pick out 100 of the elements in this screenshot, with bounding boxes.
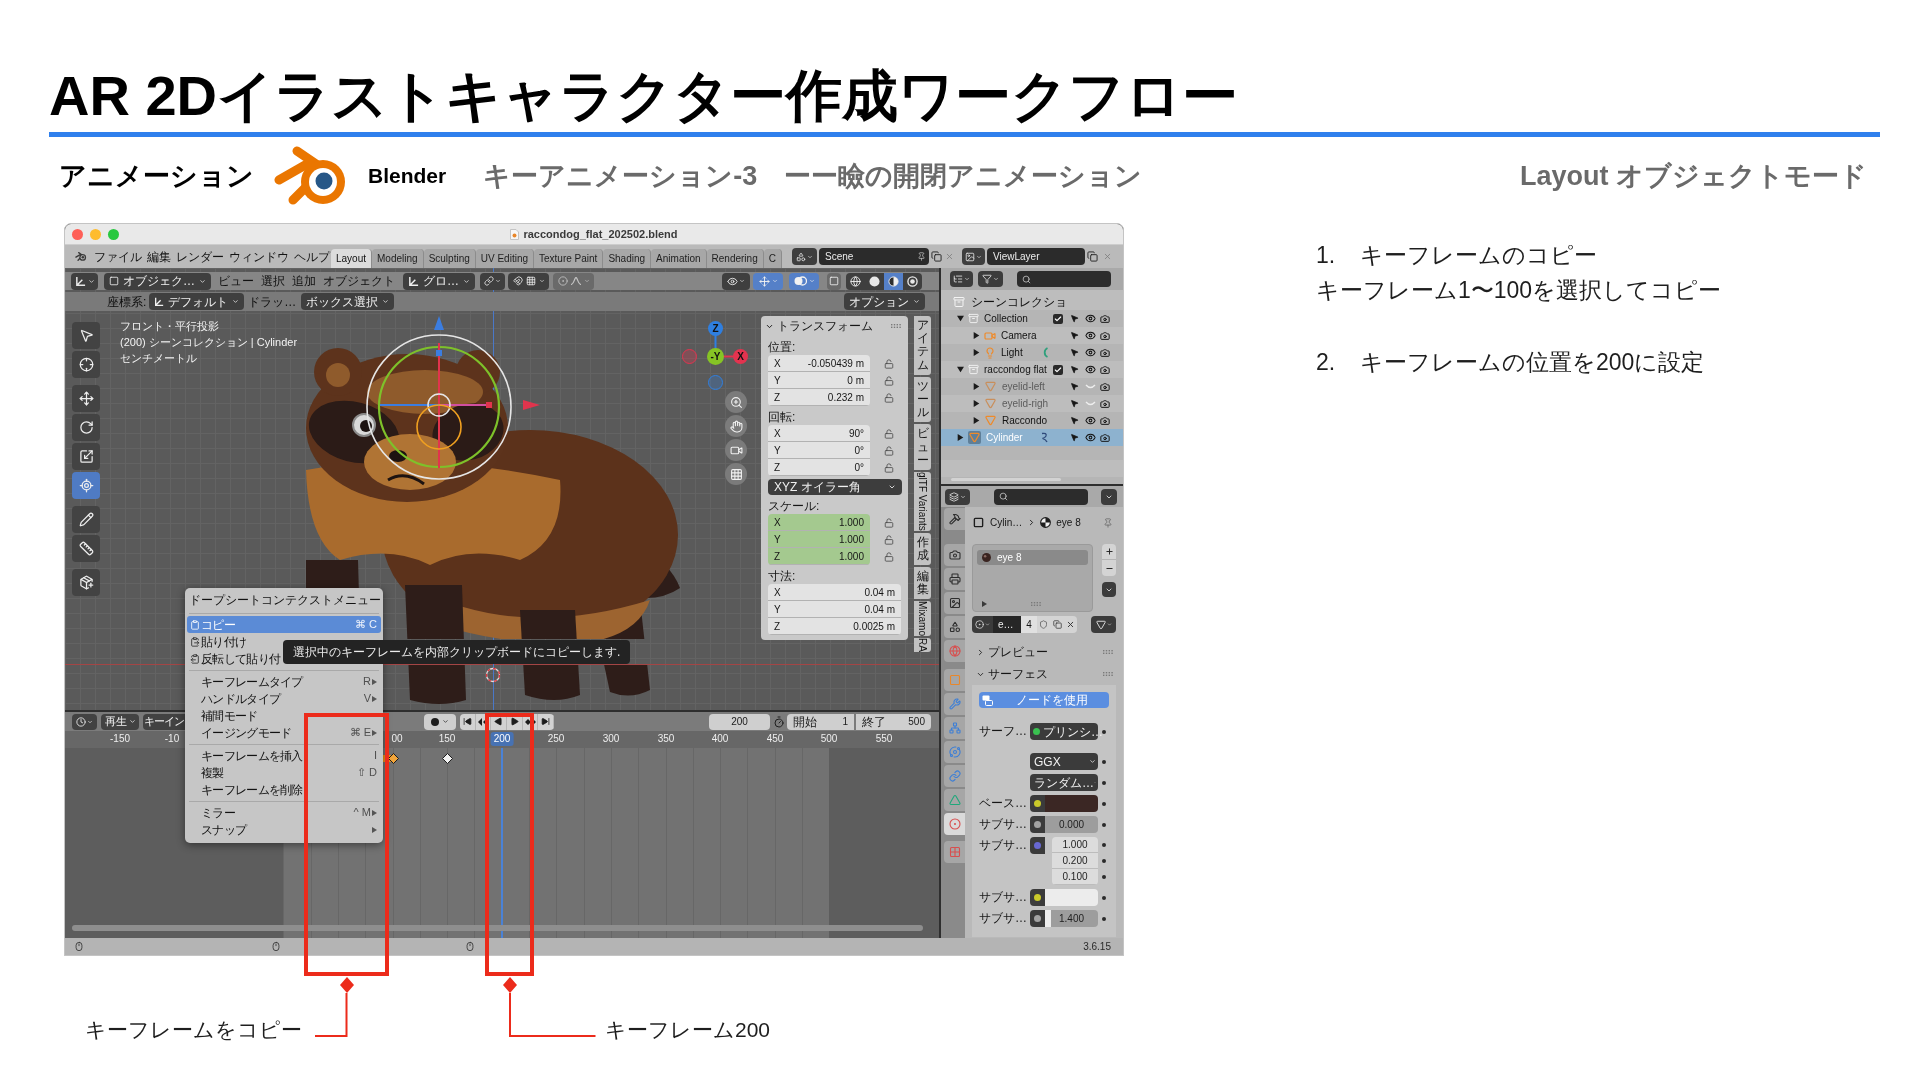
padlock-icon[interactable]	[884, 392, 894, 403]
search-field[interactable]	[1017, 271, 1111, 287]
menu-item[interactable]: オブジェクト	[323, 272, 395, 290]
material-name-field[interactable]: e…	[993, 616, 1021, 633]
menu-dropdown[interactable]: ランダム…	[1030, 774, 1098, 791]
padlock-icon[interactable]	[884, 358, 894, 369]
sidebar-tab[interactable]: Mixamo	[914, 601, 931, 637]
camera-icon[interactable]	[1100, 330, 1110, 341]
current-frame-badge[interactable]: 200	[490, 732, 514, 746]
camera-icon[interactable]	[1100, 364, 1110, 375]
menu-item[interactable]: ハンドルタイプ V	[187, 690, 381, 707]
number-field[interactable]: 0.100	[1052, 869, 1098, 885]
expand-triangle-icon[interactable]	[982, 601, 987, 607]
camera-view-button[interactable]	[725, 439, 747, 461]
number-field[interactable]: Y 0 m	[768, 372, 870, 389]
camera-icon[interactable]	[1100, 313, 1110, 324]
editor-type-dropdown[interactable]	[72, 713, 97, 730]
workspace-tab[interactable]: Rendering	[706, 249, 764, 268]
outliner-row[interactable]: eyelid-righ	[941, 395, 1123, 412]
orientation-dropdown[interactable]: デフォルト	[149, 293, 245, 310]
shading-button[interactable]	[846, 272, 865, 290]
tool-button[interactable]	[72, 569, 100, 596]
item-label[interactable]: Collection	[984, 311, 1028, 326]
number-field[interactable]: X 1.000	[768, 514, 870, 531]
socket-button[interactable]	[1030, 837, 1045, 854]
menu-item[interactable]: キーフレームタイプ R	[187, 673, 381, 690]
tool-button[interactable]	[72, 506, 100, 533]
disclosure-triangle-icon[interactable]	[973, 332, 980, 339]
workspace-tab[interactable]: Shading	[603, 249, 652, 268]
shading-button[interactable]	[903, 272, 922, 290]
remove-slot-button[interactable]	[1102, 560, 1116, 576]
visibility-dropdown[interactable]	[722, 272, 750, 290]
socket-button[interactable]	[1030, 795, 1045, 812]
tool-button[interactable]	[72, 414, 100, 441]
number-field[interactable]: Z 0.232 m	[768, 389, 870, 406]
sidebar-tab[interactable]: 作成	[914, 532, 931, 565]
camera-icon[interactable]	[1100, 415, 1110, 426]
camera-icon[interactable]	[1100, 398, 1110, 409]
start-frame-field[interactable]: 開始 1	[787, 713, 854, 730]
number-field[interactable]: X 90°	[768, 425, 870, 442]
breadcrumb-item[interactable]: eye 8	[1056, 515, 1081, 530]
menu-item[interactable]: ミラー ^ M	[187, 804, 381, 821]
eye-icon[interactable]	[1085, 364, 1096, 375]
number-field[interactable]: 0.200	[1052, 853, 1098, 869]
properties-tab[interactable]	[944, 508, 965, 530]
menu-item[interactable]: キーフレームを挿入 I	[187, 747, 381, 764]
color-swatch[interactable]	[1045, 889, 1098, 906]
item-label[interactable]: eyelid-righ	[1002, 396, 1049, 411]
menu-item[interactable]: ウィンドウ	[229, 247, 289, 266]
item-label[interactable]: Light	[1001, 345, 1023, 360]
menu-item[interactable]: 複製 ⇧ D	[187, 764, 381, 781]
sidebar-tab[interactable]: アイテム	[914, 316, 931, 375]
outliner-row[interactable]: raccondog flat	[941, 361, 1123, 378]
tool-button[interactable]	[72, 472, 100, 499]
view-layer-dropdown[interactable]	[962, 248, 985, 265]
sidebar-tab[interactable]: ツール	[914, 376, 931, 423]
number-field[interactable]: X -0.050439 m	[768, 355, 870, 372]
eye-icon[interactable]	[1085, 330, 1096, 341]
current-frame-field[interactable]: 200	[709, 713, 770, 730]
disclosure-triangle-icon[interactable]	[973, 349, 980, 356]
eye-icon[interactable]	[1085, 313, 1096, 324]
sidebar-tab[interactable]: glTF Variants	[914, 471, 931, 531]
snap-dropdown[interactable]	[508, 272, 549, 290]
menu-item[interactable]: 貼り付け	[187, 633, 247, 650]
workspace-tab[interactable]: C	[763, 249, 782, 268]
socket-button[interactable]	[1030, 889, 1045, 906]
slider-field[interactable]: 1.400	[1045, 910, 1098, 927]
keyframe-icon[interactable]	[441, 753, 453, 764]
end-frame-field[interactable]: 終了 500	[856, 713, 931, 730]
menu-item[interactable]: 追加	[292, 272, 316, 290]
number-field[interactable]: Y 1.000	[768, 531, 870, 548]
workspace-tab[interactable]: Layout	[331, 249, 373, 268]
number-field[interactable]: X 0.04 m	[768, 584, 901, 601]
menu-item[interactable]: ファイル	[94, 247, 142, 266]
xray-toggle[interactable]	[827, 272, 841, 290]
axis-handle[interactable]	[682, 349, 697, 364]
copy-icon[interactable]	[931, 251, 942, 262]
options-dropdown[interactable]: オプション	[844, 293, 925, 310]
menu-item[interactable]: キーフレームを削除	[187, 781, 303, 798]
padlock-icon[interactable]	[884, 375, 894, 386]
sidebar-tab[interactable]: ビュー	[914, 424, 931, 470]
horizontal-scrollbar[interactable]	[72, 925, 923, 931]
shading-button[interactable]	[884, 272, 903, 290]
search-field[interactable]	[994, 488, 1088, 505]
fake-user-button[interactable]	[1037, 616, 1050, 633]
tool-button[interactable]	[72, 385, 100, 412]
menu-item[interactable]: スナップ	[187, 821, 381, 838]
menu-item[interactable]: レンダー	[176, 247, 224, 266]
item-label[interactable]: Raccondo	[1002, 413, 1048, 428]
number-field[interactable]: Z 0°	[768, 459, 870, 476]
display-mode-dropdown[interactable]	[950, 271, 973, 287]
properties-tab[interactable]	[944, 544, 965, 566]
camera-icon[interactable]	[1100, 347, 1110, 358]
slot-menu-button[interactable]	[1102, 582, 1116, 597]
padlock-icon[interactable]	[884, 462, 894, 473]
axis-handle[interactable]: Z	[708, 321, 723, 336]
socket-button[interactable]	[1030, 910, 1045, 927]
workspace-tab[interactable]: UV Editing	[475, 249, 534, 268]
axis-handle[interactable]	[708, 375, 723, 390]
properties-tab[interactable]	[944, 813, 965, 835]
